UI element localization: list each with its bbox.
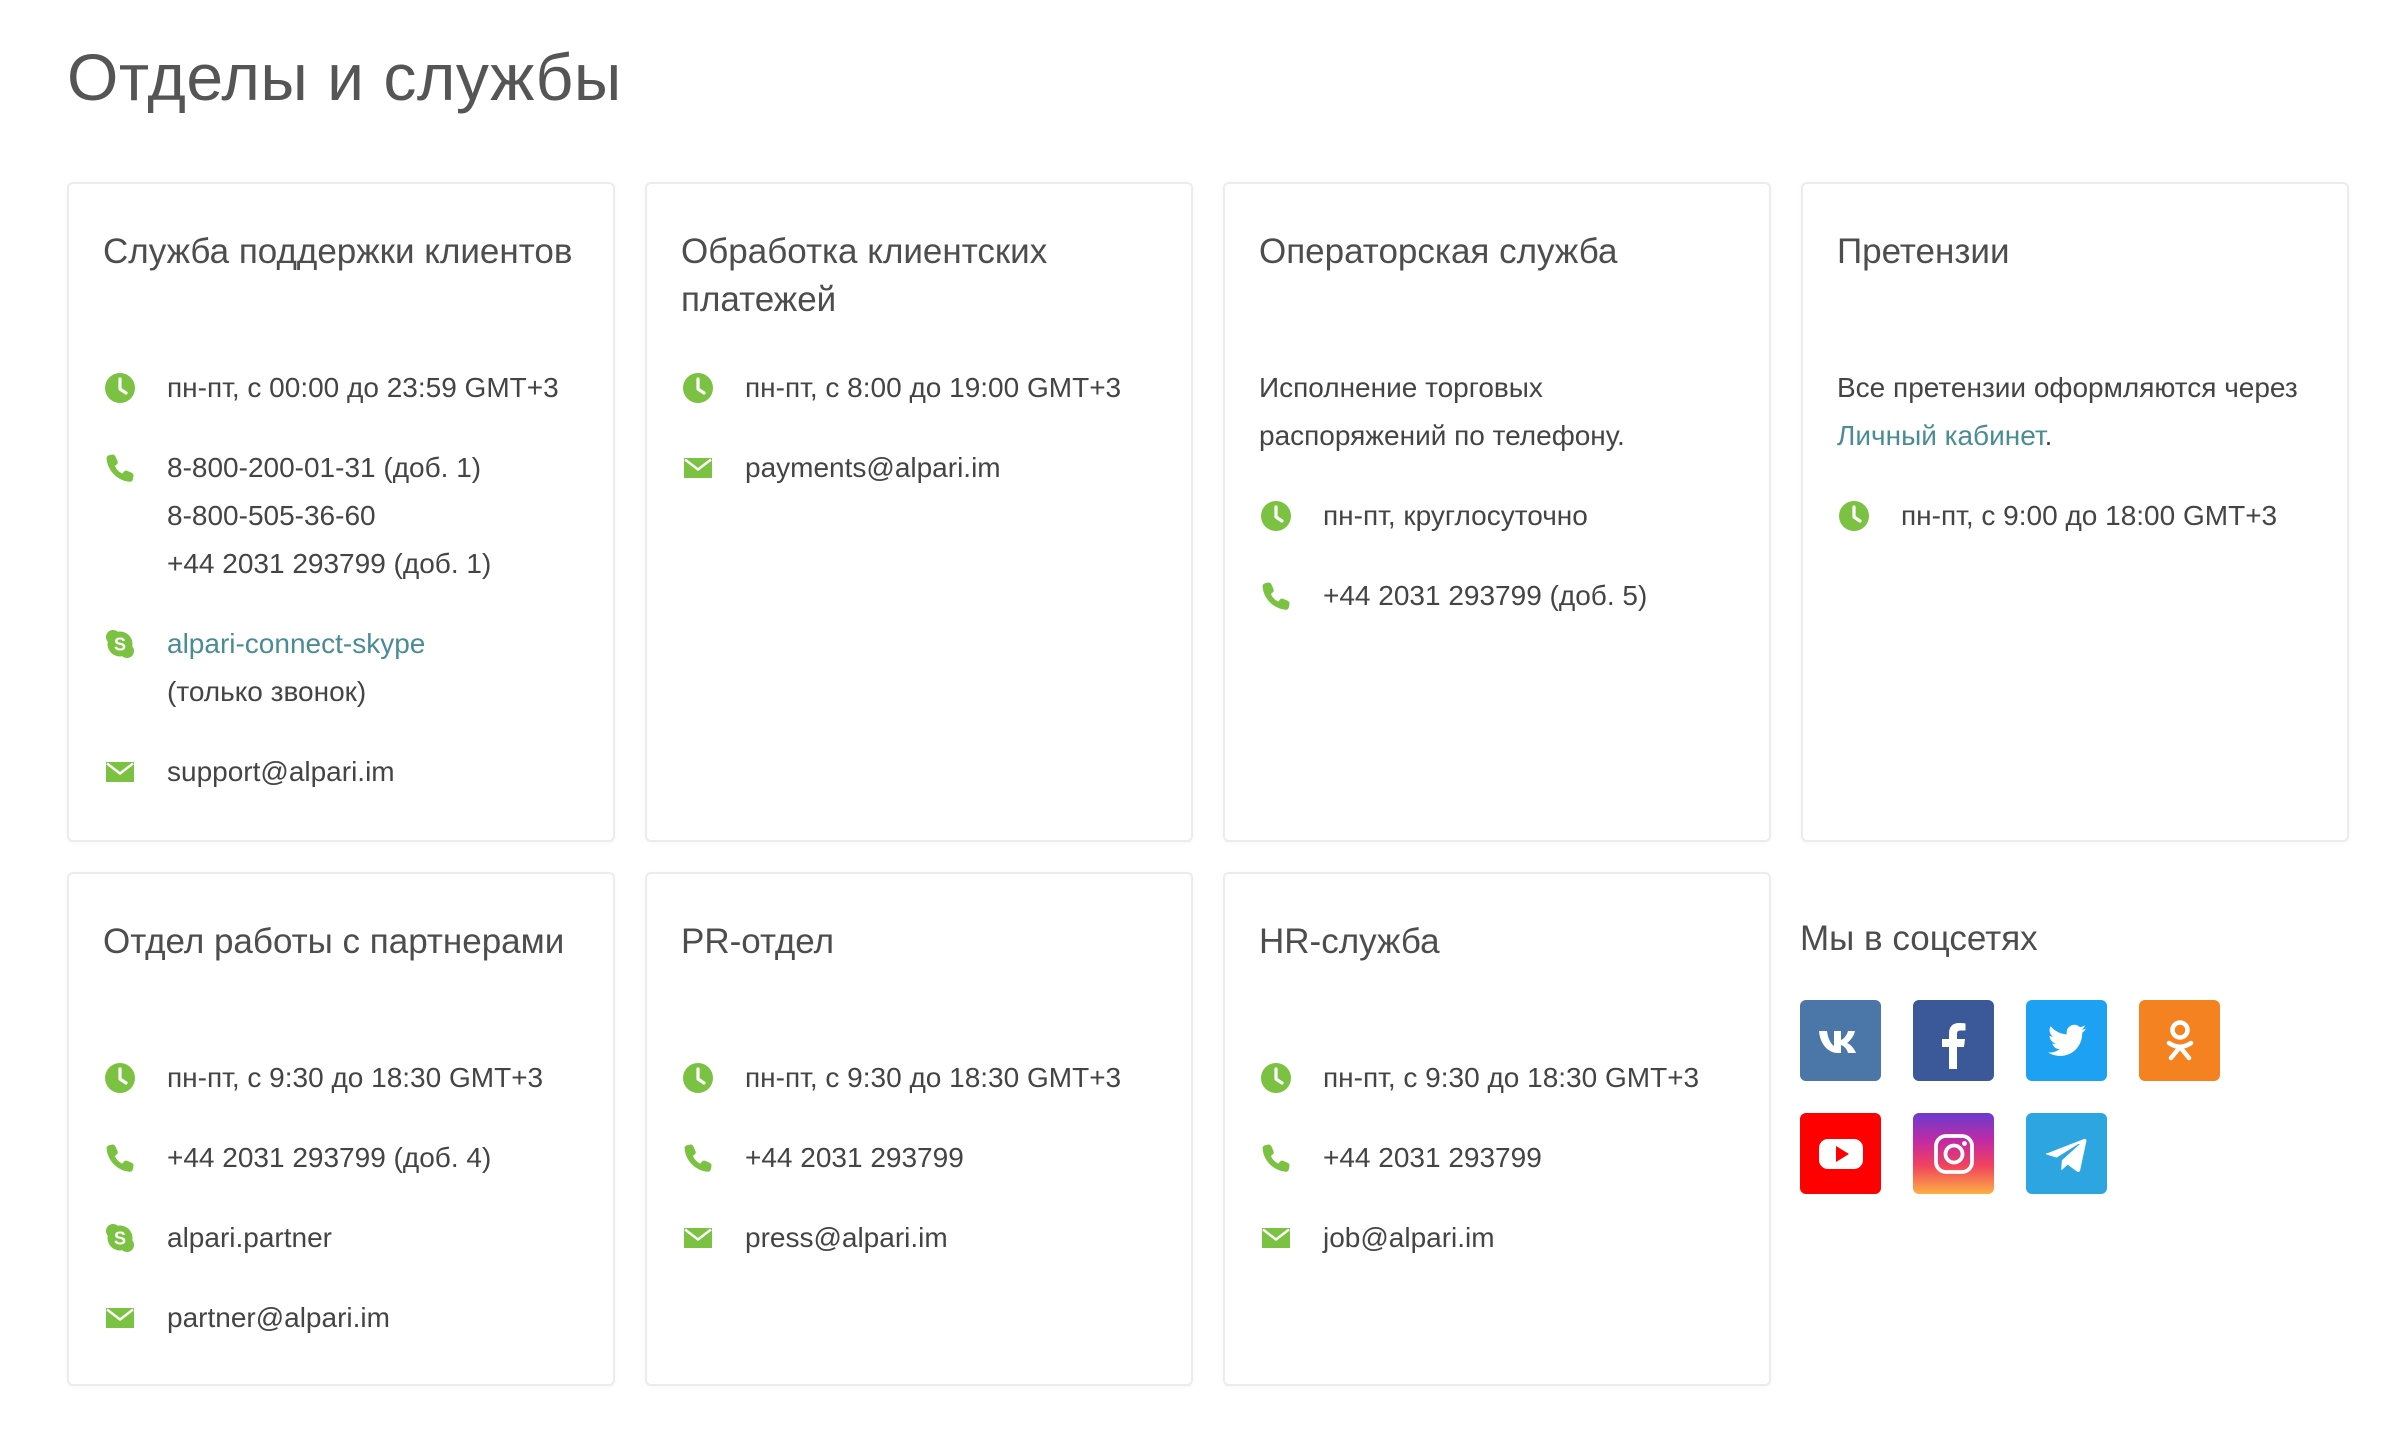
- card-pr-department: PR-отдел пн-пт, с 9:30 до 18:30 GMT+3 +4…: [645, 872, 1193, 1386]
- social-title: Мы в соцсетях: [1800, 919, 2038, 958]
- hours-text: пн-пт, круглосуточно: [1323, 500, 1588, 531]
- hours-row: пн-пт, с 9:30 до 18:30 GMT+3: [681, 1054, 1167, 1102]
- phone-icon: [1259, 579, 1293, 613]
- skype-row: alpari-connect-skype (только звонок): [103, 620, 589, 716]
- facebook-button[interactable]: [1913, 1000, 1994, 1081]
- card-title: Обработка клиентских платежей: [681, 232, 1048, 319]
- hours-row: пн-пт, с 9:00 до 18:00 GMT+3: [1837, 492, 2323, 540]
- page-title: Отделы и службы: [67, 40, 622, 114]
- phone-list: 8-800-200-01-31 (доб. 1) 8-800-505-36-60…: [167, 444, 491, 588]
- phone-row: +44 2031 293799 (доб. 5): [1259, 572, 1745, 620]
- email-row: job@alpari.im: [1259, 1214, 1745, 1262]
- card-customer-support: Служба поддержки клиентов пн-пт, с 00:00…: [67, 182, 615, 842]
- clock-icon: [1837, 499, 1871, 533]
- hours-row: пн-пт, с 9:30 до 18:30 GMT+3: [1259, 1054, 1745, 1102]
- phone-row: +44 2031 293799: [1259, 1134, 1745, 1182]
- clock-icon: [103, 1061, 137, 1095]
- email-row: press@alpari.im: [681, 1214, 1167, 1262]
- card-title: Служба поддержки клиентов: [103, 232, 573, 271]
- phone-number: +44 2031 293799: [745, 1142, 964, 1173]
- hours-text: пн-пт, с 9:30 до 18:30 GMT+3: [745, 1062, 1122, 1093]
- card-title: HR-служба: [1259, 922, 1440, 961]
- email-link[interactable]: job@alpari.im: [1323, 1214, 1495, 1262]
- mail-icon: [1259, 1221, 1293, 1255]
- mail-icon: [103, 755, 137, 789]
- odnoklassniki-button[interactable]: [2139, 1000, 2220, 1081]
- phone-icon: [103, 1141, 137, 1175]
- card-description: Исполнение торговых распоряжений по теле…: [1259, 372, 1625, 451]
- card-title: Отдел работы с партнерами: [103, 922, 565, 961]
- mail-icon: [681, 1221, 715, 1255]
- facebook-icon: [1941, 1022, 1965, 1069]
- phone-icon: [1259, 1141, 1293, 1175]
- description-text: Все претензии оформляются через: [1837, 372, 2298, 403]
- card-client-payments: Обработка клиентских платежей пн-пт, с 8…: [645, 182, 1193, 842]
- skype-icon: [103, 1221, 137, 1255]
- card-operator-service: Операторская служба Исполнение торговых …: [1223, 182, 1771, 842]
- card-title: PR-отдел: [681, 922, 834, 961]
- phone-number: +44 2031 293799 (доб. 4): [167, 1142, 492, 1173]
- description-suffix: .: [2044, 420, 2053, 451]
- skype-link[interactable]: alpari-connect-skype: [167, 620, 425, 668]
- clock-icon: [103, 371, 137, 405]
- card-partners: Отдел работы с партнерами пн-пт, с 9:30 …: [67, 872, 615, 1386]
- telegram-icon: [2045, 1138, 2086, 1172]
- skype-block: alpari-connect-skype (только звонок): [167, 620, 425, 716]
- card-title: Претензии: [1837, 232, 2010, 271]
- card-description: Все претензии оформляются через Личный к…: [1837, 364, 2323, 460]
- phone-number: 8-800-505-36-60: [167, 500, 376, 531]
- phone-row: +44 2031 293799 (доб. 4): [103, 1134, 589, 1182]
- phone-icon: [681, 1141, 715, 1175]
- personal-cabinet-link[interactable]: Личный кабинет: [1837, 420, 2045, 451]
- hours-text: пн-пт, с 9:00 до 18:00 GMT+3: [1901, 500, 2278, 531]
- hours-text: пн-пт, с 9:30 до 18:30 GMT+3: [167, 1062, 544, 1093]
- hours-text: пн-пт, с 9:30 до 18:30 GMT+3: [1323, 1062, 1700, 1093]
- phone-number: +44 2031 293799 (доб. 5): [1323, 580, 1648, 611]
- hours-text: пн-пт, с 00:00 до 23:59 GMT+3: [167, 372, 559, 403]
- clock-icon: [1259, 1061, 1293, 1095]
- hours-row: пн-пт, с 00:00 до 23:59 GMT+3: [103, 364, 589, 412]
- card-title: Операторская служба: [1259, 232, 1618, 271]
- vk-icon: [1818, 1030, 1856, 1053]
- email-link[interactable]: press@alpari.im: [745, 1214, 948, 1262]
- hours-row: пн-пт, с 9:30 до 18:30 GMT+3: [103, 1054, 589, 1102]
- clock-icon: [681, 371, 715, 405]
- email-row: support@alpari.im: [103, 748, 589, 796]
- hours-text: пн-пт, с 8:00 до 19:00 GMT+3: [745, 372, 1122, 403]
- telegram-button[interactable]: [2026, 1113, 2107, 1194]
- skype-note: (только звонок): [167, 676, 367, 707]
- card-hr-service: HR-служба пн-пт, с 9:30 до 18:30 GMT+3 +…: [1223, 872, 1771, 1386]
- clock-icon: [681, 1061, 715, 1095]
- odnoklassniki-icon: [2166, 1019, 2193, 1060]
- phone-row: +44 2031 293799: [681, 1134, 1167, 1182]
- card-claims: Претензии Все претензии оформляются чере…: [1801, 182, 2349, 842]
- email-link[interactable]: partner@alpari.im: [167, 1294, 390, 1342]
- clock-icon: [1259, 499, 1293, 533]
- mail-icon: [681, 451, 715, 485]
- skype-icon: [103, 627, 137, 661]
- phone-number: 8-800-200-01-31 (доб. 1): [167, 452, 482, 483]
- phone-number: +44 2031 293799: [1323, 1142, 1542, 1173]
- email-row: payments@alpari.im: [681, 444, 1167, 492]
- vk-button[interactable]: [1800, 1000, 1881, 1081]
- youtube-button[interactable]: [1800, 1113, 1881, 1194]
- email-row: partner@alpari.im: [103, 1294, 589, 1342]
- skype-name: alpari.partner: [167, 1222, 332, 1253]
- phone-icon: [103, 451, 137, 485]
- phone-row: 8-800-200-01-31 (доб. 1) 8-800-505-36-60…: [103, 444, 589, 588]
- email-link[interactable]: payments@alpari.im: [745, 444, 1001, 492]
- hours-row: пн-пт, с 8:00 до 19:00 GMT+3: [681, 364, 1167, 412]
- skype-row: alpari.partner: [103, 1214, 589, 1262]
- hours-row: пн-пт, круглосуточно: [1259, 492, 1745, 540]
- mail-icon: [103, 1301, 137, 1335]
- youtube-icon: [1818, 1138, 1863, 1169]
- phone-number: +44 2031 293799 (доб. 1): [167, 548, 492, 579]
- twitter-button[interactable]: [2026, 1000, 2107, 1081]
- twitter-icon: [2047, 1024, 2086, 1056]
- instagram-icon: [1933, 1133, 1974, 1174]
- email-link[interactable]: support@alpari.im: [167, 748, 395, 796]
- instagram-button[interactable]: [1913, 1113, 1994, 1194]
